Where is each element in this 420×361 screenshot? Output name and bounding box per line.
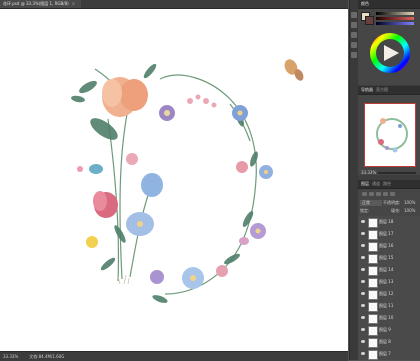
tab-navigator[interactable]: 导航器 <box>361 87 373 92</box>
eye-icon[interactable] <box>361 256 365 259</box>
right-panels: 颜色 导航器 直方图 33.33% 图层 通道 路径 正常 不透明度: 100%… <box>358 0 420 360</box>
layer-thumbnail <box>368 302 378 312</box>
purple-flower <box>150 270 164 284</box>
pink-flower <box>216 265 228 277</box>
layer-thumbnail <box>368 338 378 348</box>
opacity-value[interactable]: 100% <box>404 200 415 206</box>
eye-icon[interactable] <box>361 268 365 271</box>
opacity-label: 不透明度: <box>383 200 401 205</box>
butterfly <box>284 59 304 81</box>
layer-name: 图层 7 <box>379 351 391 356</box>
navigator-panel-header: 导航器 直方图 <box>358 86 420 95</box>
panel-dock <box>349 0 358 360</box>
tab-layers[interactable]: 图层 <box>361 181 369 186</box>
layer-thumbnail <box>368 350 378 360</box>
tab-channels[interactable]: 通道 <box>372 181 380 186</box>
tab-histogram[interactable]: 直方图 <box>376 87 388 92</box>
layer-thumbnail <box>368 242 378 252</box>
color-panel <box>358 9 420 85</box>
eye-icon[interactable] <box>361 292 365 295</box>
eye-icon[interactable] <box>361 232 365 235</box>
layer-thumbnail <box>368 278 378 288</box>
document-tab-bar: 花环.psd @ 33.3%(图层 1, RGB/8) × <box>0 0 348 9</box>
layer-list: 图层 18 图层 17 图层 16 图层 15 图层 14 图层 13 图层 1… <box>358 216 420 360</box>
layer-name: 图层 10 <box>379 315 394 320</box>
canvas[interactable] <box>0 9 348 351</box>
navigator-zoom-slider[interactable] <box>378 172 416 174</box>
layer-name: 图层 18 <box>379 219 394 224</box>
bird <box>89 164 103 174</box>
paragraph-icon[interactable] <box>351 42 357 48</box>
color-panel-header[interactable]: 颜色 <box>358 0 420 9</box>
pink-flower <box>236 161 248 173</box>
layer-name: 图层 8 <box>379 339 391 344</box>
navigator-preview <box>376 118 408 153</box>
fill-label: 填充: <box>391 208 401 213</box>
blue-tulip <box>141 173 163 197</box>
red-tulip <box>93 191 118 218</box>
fill-value[interactable]: 100% <box>404 208 415 214</box>
eye-icon[interactable] <box>361 316 365 319</box>
layers-panel-header: 图层 通道 路径 <box>358 180 420 189</box>
eye-icon[interactable] <box>361 280 365 283</box>
floral-letter-d-artwork <box>71 59 304 303</box>
eye-icon[interactable] <box>361 340 365 343</box>
history-icon[interactable] <box>351 12 357 18</box>
status-zoom[interactable]: 33.33% <box>3 354 18 359</box>
eye-icon[interactable] <box>361 244 365 247</box>
background-swatch[interactable] <box>365 16 374 25</box>
layer-name: 图层 17 <box>379 231 394 236</box>
brush-icon[interactable] <box>351 22 357 28</box>
layer-name: 图层 13 <box>379 279 394 284</box>
color-panel-title: 颜色 <box>361 1 369 6</box>
layer-thumbnail <box>368 230 378 240</box>
layer-thumbnail <box>368 326 378 336</box>
lock-label: 锁定: <box>360 208 370 213</box>
layer-thumbnail <box>368 218 378 228</box>
layer-thumbnail <box>368 290 378 300</box>
leaf <box>90 118 118 140</box>
blend-mode-select[interactable]: 正常 <box>360 200 382 206</box>
layer-name: 图层 9 <box>379 327 391 332</box>
layer-thumbnail <box>368 254 378 264</box>
layer-name: 图层 11 <box>379 303 394 308</box>
filter-shape-icon[interactable] <box>390 192 395 196</box>
eye-icon[interactable] <box>361 352 365 355</box>
properties-icon[interactable] <box>351 52 357 58</box>
tab-paths[interactable]: 路径 <box>383 181 391 186</box>
character-icon[interactable] <box>351 32 357 38</box>
layer-row[interactable]: 图层 7 <box>358 348 420 360</box>
orange-tulip <box>102 77 148 117</box>
eye-icon[interactable] <box>361 304 365 307</box>
layer-thumbnail <box>368 266 378 276</box>
layer-name: 图层 14 <box>379 267 394 272</box>
close-icon[interactable]: × <box>72 1 75 6</box>
document-tab[interactable]: 花环.psd @ 33.3%(图层 1, RGB/8) × <box>0 0 82 8</box>
color-slider-3[interactable] <box>376 22 414 25</box>
color-slider-1[interactable] <box>376 12 414 15</box>
document-tab-label: 花环.psd @ 33.3%(图层 1, RGB/8) <box>3 1 69 6</box>
layer-name: 图层 15 <box>379 255 394 260</box>
yellow-flower <box>86 236 98 248</box>
filter-adjust-icon[interactable] <box>376 192 381 196</box>
filter-pixel-icon[interactable] <box>369 192 374 196</box>
main-stem <box>119 108 129 280</box>
eye-icon[interactable] <box>361 328 365 331</box>
filter-type-icon[interactable] <box>383 192 388 196</box>
color-wheel[interactable] <box>368 31 412 75</box>
layer-thumbnail <box>368 314 378 324</box>
status-doc-size: 文档:84.4M/1.60G <box>29 354 65 359</box>
eye-icon[interactable] <box>361 220 365 223</box>
filter-kind-icon[interactable] <box>362 192 367 196</box>
layer-name: 图层 16 <box>379 243 394 248</box>
color-slider-2[interactable] <box>376 17 414 20</box>
pink-flower <box>126 153 138 165</box>
navigator-thumbnail[interactable] <box>364 103 416 167</box>
layer-filter-row <box>360 192 418 198</box>
layer-name: 图层 12 <box>379 291 394 296</box>
navigator-zoom[interactable]: 33.33% <box>361 170 376 176</box>
